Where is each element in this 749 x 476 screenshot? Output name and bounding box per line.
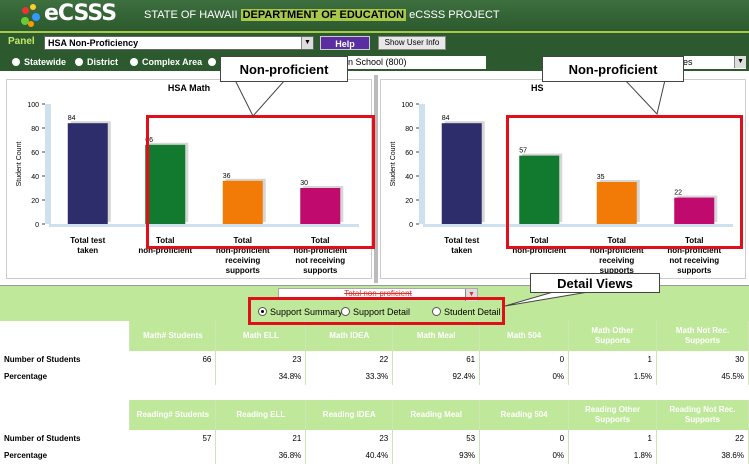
callout-pointer [623, 79, 666, 116]
callout-non-proficient-left: Non-proficient [220, 56, 348, 82]
callout-pointer [234, 79, 287, 117]
callout-detail-views: Detail Views [530, 273, 660, 293]
callout-non-proficient-right: Non-proficient [542, 56, 684, 82]
